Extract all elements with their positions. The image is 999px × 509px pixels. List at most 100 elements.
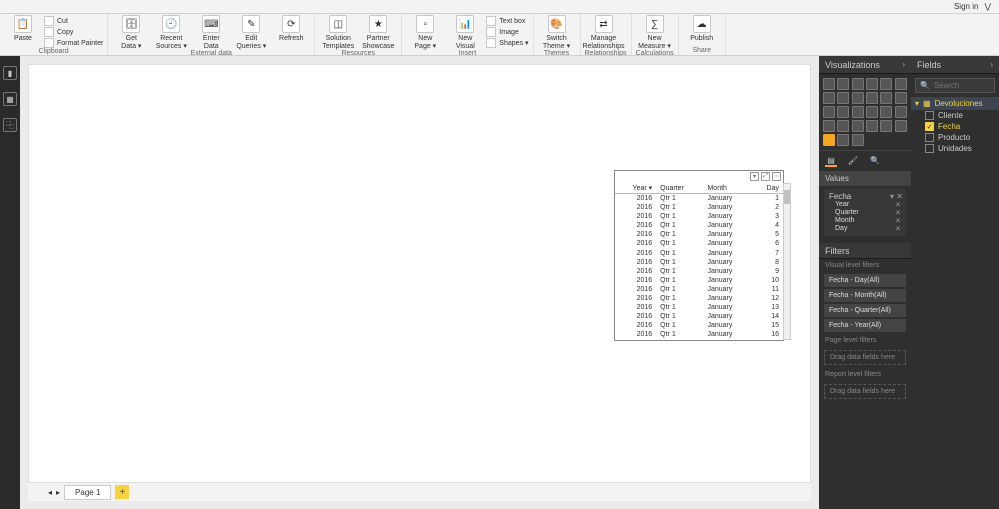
viz-type-8[interactable] [852, 92, 864, 104]
filter-item[interactable]: Fecha - Month(All) [824, 289, 906, 302]
settings-icon[interactable]: ⋁ [984, 2, 991, 11]
signin-link[interactable]: Sign in [954, 2, 978, 11]
shapes-button[interactable]: Shapes ▾ [486, 38, 528, 48]
col-year[interactable]: Year ▾ [615, 183, 656, 194]
filters-title[interactable]: Filters [819, 243, 911, 259]
filter-item[interactable]: Fecha - Year(All) [824, 319, 906, 332]
checkbox-icon[interactable] [925, 111, 934, 120]
publish-button[interactable]: ☁Publish [683, 15, 721, 43]
viz-type-16[interactable] [880, 106, 892, 118]
viz-type-15[interactable] [866, 106, 878, 118]
visual-scrollbar[interactable] [783, 183, 791, 340]
enter-data-button[interactable]: ⌨Enter Data [192, 15, 230, 50]
viz-type-7[interactable] [837, 92, 849, 104]
field-unidades[interactable]: Unidades [911, 143, 999, 154]
cut-button[interactable]: Cut [44, 16, 103, 26]
analytics-tab-icon[interactable]: 🔍 [869, 155, 881, 167]
table-row[interactable]: 2016Qtr 1January1 [615, 194, 783, 204]
copy-button[interactable]: Copy [44, 27, 103, 37]
remove-icon[interactable]: ▾ ✕ [890, 192, 903, 201]
checkbox-icon[interactable]: ✓ [925, 122, 934, 131]
tab-next-icon[interactable]: ▸ [56, 488, 60, 497]
viz-type-4[interactable] [880, 78, 892, 90]
col-day[interactable]: Day [753, 183, 784, 194]
visual-more-icon[interactable]: ⋯ [772, 172, 781, 181]
page-filter-dropzone[interactable]: Drag data fields here [824, 350, 906, 365]
viz-type-3[interactable] [866, 78, 878, 90]
table-row[interactable]: 2016Qtr 1January15 [615, 321, 783, 330]
viz-type-19[interactable] [837, 120, 849, 132]
manage-relationships-button[interactable]: ⇄Manage Relationships [585, 15, 623, 50]
paste-button[interactable]: 📋Paste [4, 15, 42, 43]
table-row[interactable]: 2016Qtr 1January6 [615, 239, 783, 248]
visualizations-title[interactable]: Visualizations› [819, 56, 911, 74]
tab-page1[interactable]: Page 1 [64, 485, 111, 500]
viz-type-25[interactable] [837, 134, 849, 146]
edit-queries-button[interactable]: ✎Edit Queries ▾ [232, 15, 270, 50]
get-data-button[interactable]: 🗄Get Data ▾ [112, 15, 150, 50]
visual-filter-icon[interactable]: ▾ [750, 172, 759, 181]
viz-type-13[interactable] [837, 106, 849, 118]
well-item[interactable]: Quarter✕ [829, 209, 901, 217]
textbox-button[interactable]: Text box [486, 16, 528, 26]
tab-prev-icon[interactable]: ◂ [48, 488, 52, 497]
image-button[interactable]: Image [486, 27, 528, 37]
viz-type-0[interactable] [823, 78, 835, 90]
model-view-icon[interactable]: ⿻ [3, 118, 17, 132]
field-producto[interactable]: Producto [911, 132, 999, 143]
viz-type-23[interactable] [895, 120, 907, 132]
fields-tab-icon[interactable]: ▤ [825, 155, 837, 167]
checkbox-icon[interactable] [925, 133, 934, 142]
table-row[interactable]: 2016Qtr 1January2 [615, 203, 783, 212]
table-row[interactable]: 2016Qtr 1January9 [615, 267, 783, 276]
table-row[interactable]: 2016Qtr 1January5 [615, 230, 783, 239]
viz-type-11[interactable] [895, 92, 907, 104]
viz-type-18[interactable] [823, 120, 835, 132]
table-row[interactable]: 2016Qtr 1January4 [615, 221, 783, 230]
filter-item[interactable]: Fecha - Quarter(All) [824, 304, 906, 317]
viz-type-22[interactable] [880, 120, 892, 132]
report-filter-dropzone[interactable]: Drag data fields here [824, 384, 906, 399]
table-row[interactable]: 2016Qtr 1January12 [615, 294, 783, 303]
viz-type-26[interactable] [852, 134, 864, 146]
recent-sources-button[interactable]: 🕘Recent Sources ▾ [152, 15, 190, 50]
viz-type-17[interactable] [895, 106, 907, 118]
table-row[interactable]: 2016Qtr 1January13 [615, 303, 783, 312]
search-input[interactable] [934, 81, 999, 90]
data-view-icon[interactable]: ▦ [3, 92, 17, 106]
switch-theme-button[interactable]: 🎨Switch Theme ▾ [538, 15, 576, 50]
solution-templates-button[interactable]: ◫Solution Templates [319, 15, 357, 50]
checkbox-icon[interactable] [925, 144, 934, 153]
refresh-button[interactable]: ⟳Refresh [272, 15, 310, 43]
fields-search[interactable]: 🔍 [915, 78, 995, 93]
viz-type-12[interactable] [823, 106, 835, 118]
table-row[interactable]: 2016Qtr 1January10 [615, 276, 783, 285]
format-painter-button[interactable]: Format Painter [44, 38, 103, 48]
filter-item[interactable]: Fecha - Day(All) [824, 274, 906, 287]
new-visual-button[interactable]: 📊New Visual [446, 15, 484, 50]
viz-type-5[interactable] [895, 78, 907, 90]
values-well-fecha[interactable]: Fecha▾ ✕ Year✕Quarter✕Month✕Day✕ [824, 189, 906, 236]
col-quarter[interactable]: Quarter [656, 183, 703, 194]
table-row[interactable]: 2016Qtr 1January8 [615, 258, 783, 267]
new-page-button[interactable]: ▫New Page ▾ [406, 15, 444, 50]
table-visual[interactable]: ▾ ⤢ ⋯ Year ▾ Quarter Month Day 2016Qtr 1… [614, 170, 784, 341]
well-item[interactable]: Year✕ [829, 201, 901, 209]
table-row[interactable]: 2016Qtr 1January16 [615, 330, 783, 339]
format-tab-icon[interactable]: 🖌 [847, 155, 859, 167]
table-devoluciones[interactable]: ▾▦Devoluciones [911, 97, 999, 110]
viz-type-9[interactable] [866, 92, 878, 104]
viz-type-2[interactable] [852, 78, 864, 90]
fields-title[interactable]: Fields› [911, 56, 999, 74]
col-month[interactable]: Month [703, 183, 752, 194]
viz-type-6[interactable] [823, 92, 835, 104]
field-cliente[interactable]: Cliente [911, 110, 999, 121]
tab-add[interactable]: + [115, 485, 129, 499]
viz-type-20[interactable] [852, 120, 864, 132]
table-row[interactable]: 2016Qtr 1January11 [615, 285, 783, 294]
well-item[interactable]: Month✕ [829, 217, 901, 225]
viz-type-10[interactable] [880, 92, 892, 104]
report-canvas[interactable]: ▾ ⤢ ⋯ Year ▾ Quarter Month Day 2016Qtr 1… [28, 64, 811, 483]
viz-type-14[interactable] [852, 106, 864, 118]
partner-showcase-button[interactable]: ★Partner Showcase [359, 15, 397, 50]
